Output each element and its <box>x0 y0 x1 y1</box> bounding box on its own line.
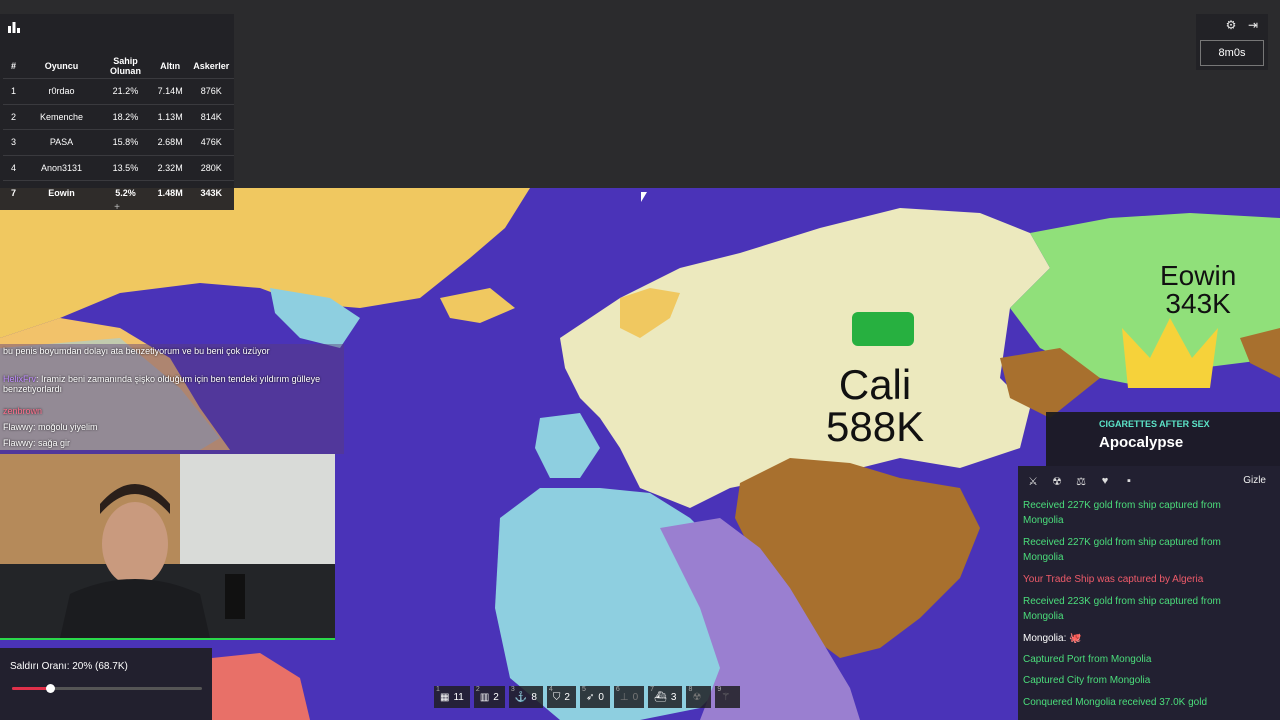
city-icon: ▦ <box>440 691 450 703</box>
log-message: Captured Port from Mongolia <box>1023 654 1152 665</box>
build-sam-launcher-button[interactable]: 6 ⊥ 0 <box>613 686 645 708</box>
settings-gear-icon[interactable]: ⚙ <box>1224 18 1238 32</box>
log-message: Mongolia: 🐙 <box>1023 633 1082 644</box>
table-header: # Oyuncu Sahip Olunan Altın Askerler <box>3 54 234 79</box>
bar-chart-icon[interactable] <box>7 20 21 34</box>
chat-message: bu penis boyumdan dolayı ata benzetiyoru… <box>3 346 270 356</box>
player-name: r0rdao <box>24 78 100 104</box>
top-right-panel: ⚙ ⇥ 8m0s <box>1196 14 1268 70</box>
missile-silo-icon: ➶ <box>585 691 595 703</box>
troops: 876K <box>188 78 234 104</box>
build-nuke-button[interactable]: 8 ☢ <box>686 686 712 708</box>
log-message: Received 227K gold from ship captured fr… <box>1023 500 1221 526</box>
sword-icon[interactable]: ⚔ <box>1026 475 1040 489</box>
col-troops[interactable]: Askerler <box>189 54 235 79</box>
owned: 15.8% <box>99 129 152 155</box>
log-message: Received 223K gold from ship captured fr… <box>1023 596 1221 622</box>
leaderboard-table: # Oyuncu Sahip Olunan Altın Askerler 1 r0… <box>3 54 234 206</box>
trade-icon[interactable]: ⚖ <box>1074 475 1088 489</box>
owned: 18.2% <box>99 103 152 130</box>
table-row[interactable]: 1 r0rdao 21.2% 7.14M 876K <box>3 78 234 104</box>
attack-ratio-fill <box>12 687 50 690</box>
rank: 2 <box>3 103 24 130</box>
warship-icon: ⛴ <box>654 691 667 703</box>
alliance-heart-icon[interactable]: ♥ <box>1098 475 1112 489</box>
port-icon: ⚓ <box>514 691 528 703</box>
build-mirv-button[interactable]: 9 ⚚ <box>715 686 741 708</box>
log-message: Conquered Mongolia received 37.0K gold <box>1023 697 1208 708</box>
table-row[interactable]: 3 PASA 15.8% 2.68M 476K <box>3 129 234 155</box>
chat-message: Flawwy: sağa gir <box>3 438 71 448</box>
attack-ratio-label: Saldırı Oranı: 20% (68.7K) <box>10 661 128 672</box>
gold: 2.32M <box>151 154 189 181</box>
chat-message: zenbrown <box>3 406 43 416</box>
table-row[interactable]: 4 Anon3131 13.5% 2.32M 280K <box>3 154 234 181</box>
exit-icon[interactable]: ⇥ <box>1246 18 1260 32</box>
factory-icon: ▥ <box>479 691 490 703</box>
mirv-icon: ⚚ <box>721 691 731 703</box>
hide-log-button[interactable]: Gizle <box>1243 475 1266 486</box>
game-timer: 8m0s <box>1200 40 1264 66</box>
nuke-icon: ☢ <box>692 691 702 703</box>
col-gold[interactable]: Altın <box>152 54 189 79</box>
song-title: Apocalypse <box>1099 434 1184 451</box>
player-name: PASA <box>24 129 100 155</box>
defense-post-icon: ⛉ <box>552 691 561 703</box>
player-name: Anon3131 <box>24 154 100 181</box>
leaderboard-panel: # Oyuncu Sahip Olunan Altın Askerler 1 r0… <box>0 14 234 213</box>
owned: 21.2% <box>99 78 152 104</box>
attack-ratio-slider[interactable] <box>12 684 202 693</box>
col-rank[interactable]: # <box>3 54 24 79</box>
build-missile-silo-button[interactable]: 5 ➶ 0 <box>579 686 610 708</box>
troops: 280K <box>188 154 234 181</box>
table-row[interactable]: 2 Kemenche 18.2% 1.13M 814K <box>3 103 234 130</box>
webcam-video <box>0 454 335 640</box>
gold: 2.68M <box>151 129 189 155</box>
build-defense-post-button[interactable]: 4 ⛉ 2 <box>546 686 576 708</box>
col-owned[interactable]: Sahip Olunan <box>99 54 152 79</box>
now-playing-overlay: CIGARETTES AFTER SEX Apocalypse <box>1046 412 1280 466</box>
log-message: Received 227K gold from ship captured fr… <box>1023 537 1221 563</box>
chat-message: Flawwy: moğolu yiyelim <box>3 422 98 432</box>
rank: 4 <box>3 154 24 181</box>
player-name: Kemenche <box>24 103 100 130</box>
chat-message: HelixFrv: Iramiz beni zamanında şişko ol… <box>3 374 321 394</box>
build-bar: 1 ▦ 11 2 ▥ 2 3 ⚓ 8 4 ⛉ 2 5 ➶ 0 6 ⊥ 0 7 ⛴ 3 8 ☢ 9 ⚚ <box>434 686 852 710</box>
build-port-button[interactable]: 3 ⚓ 8 <box>508 686 543 708</box>
col-player[interactable]: Oyuncu <box>24 54 99 79</box>
rank: 3 <box>3 129 24 155</box>
player-label-eowin: Eowin 343K <box>1160 260 1237 319</box>
rank: 1 <box>3 78 24 104</box>
troops: 476K <box>188 129 234 155</box>
log-message: Captured City from Mongolia <box>1023 675 1151 686</box>
chat-bubble-icon[interactable]: ▪ <box>1122 475 1136 489</box>
gold: 1.13M <box>151 103 189 130</box>
attack-ratio-panel: Saldırı Oranı: 20% (68.7K) <box>0 648 212 720</box>
gold: 7.14M <box>151 78 189 104</box>
song-artist: CIGARETTES AFTER SEX <box>1099 419 1210 429</box>
event-log-panel: ⚔ ☢ ⚖ ♥ ▪ Gizle Received 227K gold from … <box>1018 466 1280 720</box>
owned: 13.5% <box>99 154 152 181</box>
build-warship-button[interactable]: 7 ⛴ 3 <box>648 686 683 708</box>
troops: 814K <box>188 103 234 130</box>
build-factory-button[interactable]: 2 ▥ 2 <box>473 686 505 708</box>
stream-chat-overlay: bu penis boyumdan dolayı ata benzetiyoru… <box>0 344 344 454</box>
player-label-cali: Cali 588K <box>826 361 925 450</box>
expand-leaderboard-button[interactable]: + <box>0 202 234 213</box>
mouse-cursor <box>641 192 647 202</box>
build-city-button[interactable]: 1 ▦ 11 <box>434 686 470 708</box>
sam-launcher-icon: ⊥ <box>619 691 629 703</box>
alliance-icon <box>852 312 914 346</box>
log-message: Your Trade Ship was captured by Algeria <box>1023 574 1204 585</box>
attack-ratio-thumb[interactable] <box>46 684 55 693</box>
radiation-icon[interactable]: ☢ <box>1050 475 1064 489</box>
